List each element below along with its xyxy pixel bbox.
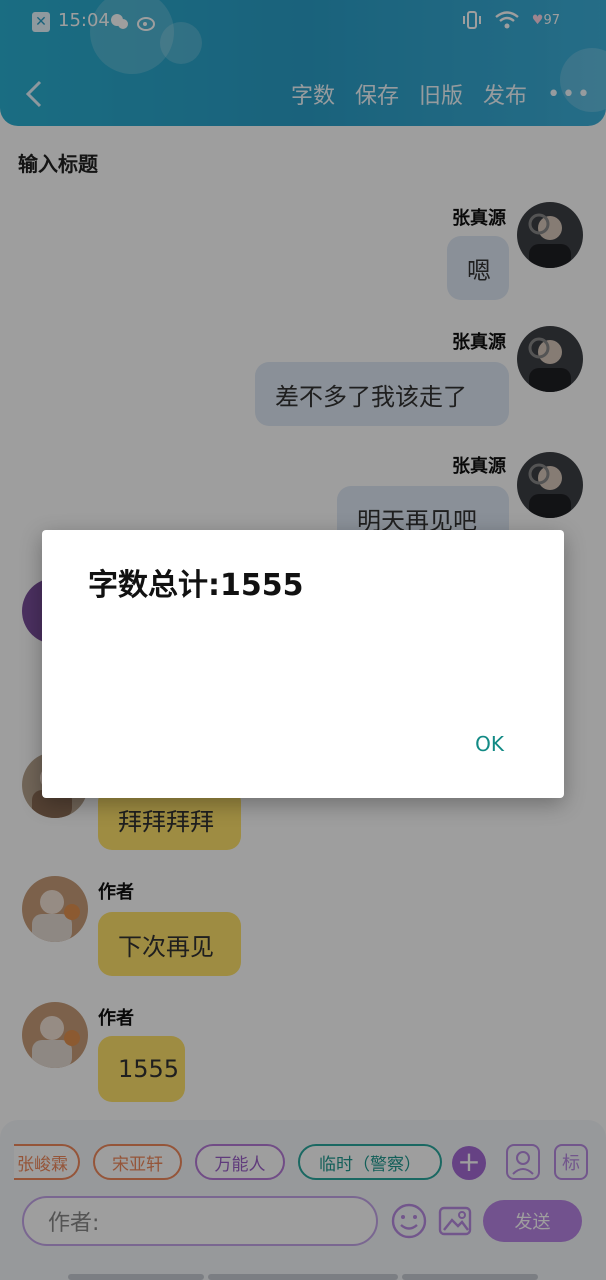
dialog-message: 字数总计:1555 [88,568,304,603]
word-count-dialog: 字数总计:1555 OK [42,530,564,798]
ok-button[interactable]: OK [475,732,504,756]
